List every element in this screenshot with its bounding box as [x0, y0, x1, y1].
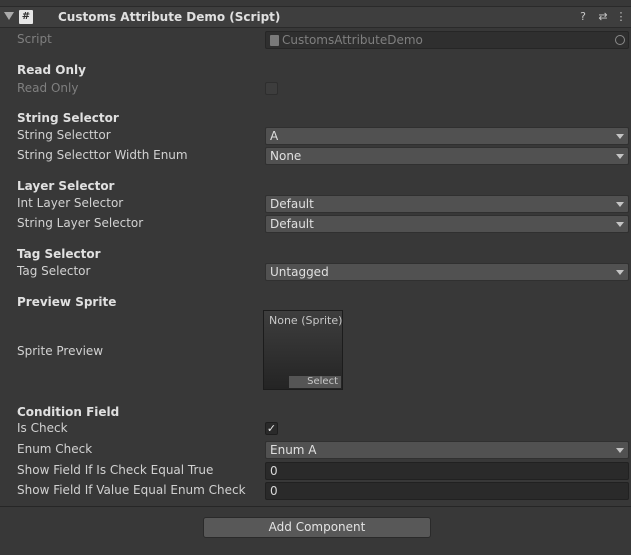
script-file-icon — [270, 35, 279, 46]
chevron-down-icon — [616, 222, 624, 227]
dropdown-value: Enum A — [270, 443, 317, 457]
preset-icon[interactable]: ⇄ — [596, 10, 610, 24]
section-condition-field: Condition Field — [17, 405, 120, 419]
enum-check-label: Enum Check — [17, 442, 93, 456]
sprite-preview-field[interactable]: None (Sprite) Select — [263, 310, 343, 390]
input-value: 0 — [270, 464, 278, 478]
show-if-true-row: Show Field If Is Check Equal True 0 — [0, 462, 631, 480]
script-object-value: CustomsAttributeDemo — [282, 33, 423, 47]
section-layer-selector: Layer Selector — [17, 179, 115, 193]
section-string-selector: String Selector — [17, 111, 119, 125]
read-only-checkbox — [265, 82, 278, 95]
chevron-down-icon — [616, 270, 624, 275]
object-picker-icon[interactable] — [615, 35, 625, 45]
is-check-label: Is Check — [17, 421, 68, 435]
tag-selector-label: Tag Selector — [17, 264, 91, 278]
dropdown-value: Untagged — [270, 265, 329, 279]
section-tag-selector: Tag Selector — [17, 247, 101, 261]
section-preview-sprite: Preview Sprite — [17, 295, 117, 309]
string-selecttor-width-enum-dropdown[interactable]: None — [265, 147, 629, 165]
dropdown-value: A — [270, 129, 279, 143]
sprite-select-button[interactable]: Select — [289, 376, 341, 388]
dropdown-value: Default — [270, 217, 314, 231]
script-label: Script — [17, 32, 52, 46]
string-layer-selector-label: String Layer Selector — [17, 216, 144, 230]
sprite-preview-label: Sprite Preview — [17, 344, 104, 358]
show-if-true-label: Show Field If Is Check Equal True — [17, 463, 214, 477]
string-selecttor-row: String Selecttor A — [0, 127, 631, 145]
string-selecttor-width-enum-row: String Selecttor Width Enum None — [0, 147, 631, 165]
dropdown-value: None — [270, 149, 302, 163]
tag-selector-dropdown[interactable]: Untagged — [265, 263, 629, 281]
chevron-down-icon — [616, 202, 624, 207]
context-menu-icon[interactable]: ⋮ — [614, 10, 628, 24]
is-check-row: Is Check ✓ — [0, 420, 631, 438]
show-if-enum-row: Show Field If Value Equal Enum Check 0 — [0, 482, 631, 500]
chevron-down-icon — [616, 134, 624, 139]
string-selecttor-dropdown[interactable]: A — [265, 127, 629, 145]
script-icon: # — [19, 10, 33, 24]
script-row: Script CustomsAttributeDemo — [0, 31, 631, 49]
show-if-true-input[interactable]: 0 — [265, 462, 629, 480]
sprite-value: None (Sprite) — [269, 314, 343, 327]
string-layer-selector-row: String Layer Selector Default — [0, 215, 631, 233]
tag-selector-row: Tag Selector Untagged — [0, 263, 631, 281]
read-only-row: Read Only — [0, 80, 631, 98]
input-value: 0 — [270, 484, 278, 498]
foldout-arrow-icon[interactable] — [4, 12, 14, 20]
show-if-enum-input[interactable]: 0 — [265, 482, 629, 500]
string-layer-selector-dropdown[interactable]: Default — [265, 215, 629, 233]
string-selecttor-width-enum-label: String Selecttor Width Enum — [17, 148, 188, 162]
int-layer-selector-dropdown[interactable]: Default — [265, 195, 629, 213]
divider — [0, 506, 631, 507]
section-read-only: Read Only — [17, 63, 86, 77]
chevron-down-icon — [616, 448, 624, 453]
enum-check-row: Enum Check Enum A — [0, 441, 631, 459]
string-selecttor-label: String Selecttor — [17, 128, 111, 142]
show-if-enum-label: Show Field If Value Equal Enum Check — [17, 483, 246, 497]
script-object-field[interactable]: CustomsAttributeDemo — [265, 31, 629, 49]
component-header: # Customs Attribute Demo (Script) ? ⇄ ⋮ — [0, 6, 631, 28]
enum-check-dropdown[interactable]: Enum A — [265, 441, 629, 459]
chevron-down-icon — [616, 154, 624, 159]
int-layer-selector-label: Int Layer Selector — [17, 196, 124, 210]
dropdown-value: Default — [270, 197, 314, 211]
help-icon[interactable]: ? — [576, 10, 590, 24]
component-title: Customs Attribute Demo (Script) — [58, 10, 281, 24]
is-check-checkbox[interactable]: ✓ — [265, 422, 278, 435]
add-component-button[interactable]: Add Component — [203, 517, 431, 538]
read-only-label: Read Only — [17, 81, 79, 95]
int-layer-selector-row: Int Layer Selector Default — [0, 195, 631, 213]
